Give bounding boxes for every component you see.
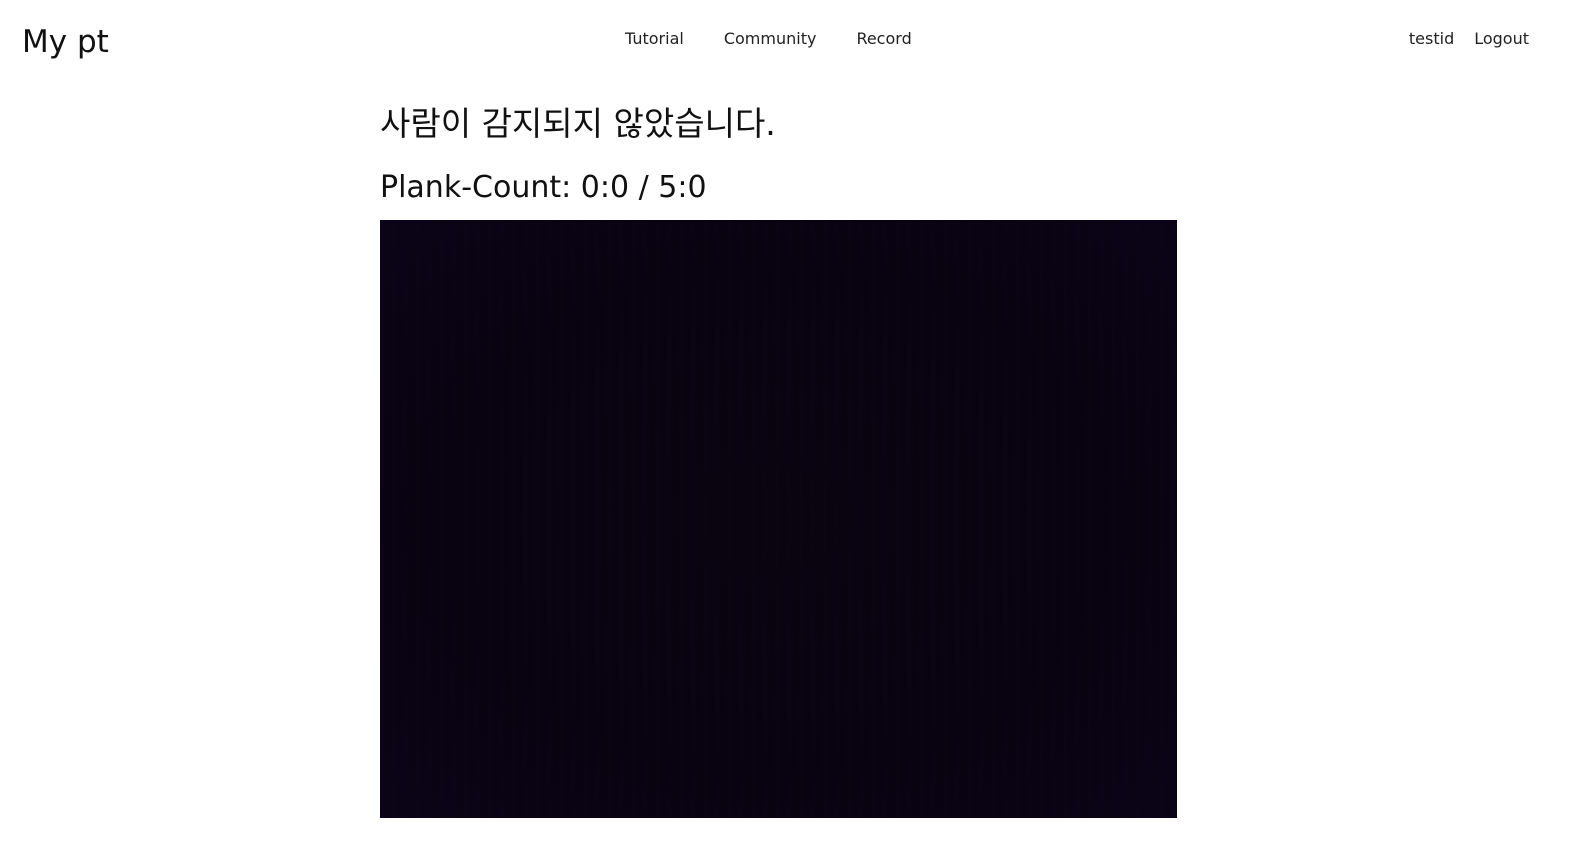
user-menu: testid Logout (1409, 29, 1529, 49)
nav-link-community[interactable]: Community (724, 29, 817, 49)
webcam-video-feed (380, 220, 1177, 818)
navbar: My pt Tutorial Community Record testid L… (0, 0, 1573, 80)
counter-separator: / (638, 170, 649, 205)
detection-status-message: 사람이 감지되지 않았습니다. (380, 104, 776, 143)
logout-link[interactable]: Logout (1474, 29, 1529, 49)
counter-current: 0:0 (580, 170, 630, 205)
nav-link-record[interactable]: Record (856, 29, 911, 49)
plank-counter: Plank-Count: 0:0 / 5:0 (380, 168, 1180, 208)
nav-link-tutorial[interactable]: Tutorial (625, 29, 684, 49)
counter-label: Plank-Count: (380, 170, 572, 205)
main-nav: Tutorial Community Record (625, 29, 912, 49)
username-link[interactable]: testid (1409, 29, 1454, 49)
counter-target: 5:0 (658, 170, 707, 205)
brand-logo-link[interactable]: My pt (22, 22, 109, 62)
main-content: 사람이 감지되지 않았습니다. Plank-Count: 0:0 / 5:0 (380, 100, 1180, 818)
